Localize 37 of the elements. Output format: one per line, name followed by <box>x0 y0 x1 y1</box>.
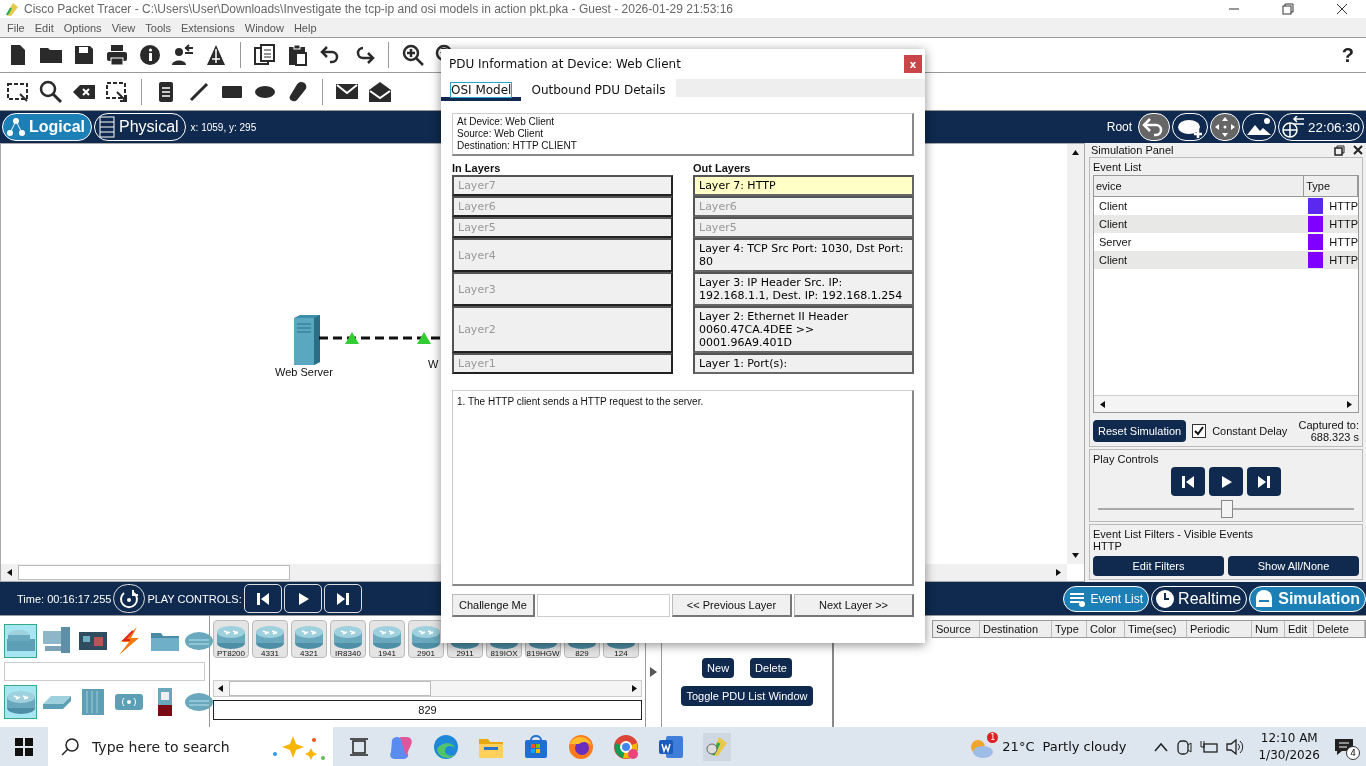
taskbar-time: 12:10 AM <box>1259 729 1319 747</box>
captured-label: Captured to: <box>1298 419 1359 431</box>
info-line: Source: Web Client <box>457 128 544 140</box>
description-text: 1. The HTTP client sends a HTTP request to the server. <box>457 396 704 407</box>
window-title: Cisco Packet Tracer - C:\Users\User\Downloads\Investigate the tcp-ip and osi models in action pkt.pka - Guest - 2026-01-29 21:53:16 <box>24 2 733 16</box>
taskbar-date: 1/30/2026 <box>1258 746 1320 764</box>
table-cell-text: Client <box>1098 254 1129 266</box>
table-cell: HTTP <box>1329 254 1358 266</box>
table-cell-text: Server <box>1098 236 1133 248</box>
section-label: Play Controls <box>1093 453 1159 465</box>
panel-title: Simulation Panel <box>1091 144 1174 156</box>
section-label: Event List Filters - Visible Events <box>1093 528 1254 540</box>
simulation-time: Time: 00:16:17.255 <box>17 592 112 605</box>
model-name-field: 829 <box>213 700 642 720</box>
cursor-coordinates: x: 1059, y: 295 <box>190 121 257 133</box>
column-heading: In Layers <box>452 162 502 174</box>
dialog-title: PDU Information at Device: Web Client <box>449 57 681 71</box>
play-controls-label: PLAY CONTROLS: <box>147 592 242 605</box>
checkbox-label: Constant Delay <box>1212 425 1288 437</box>
filter-value: HTTP <box>1093 540 1123 552</box>
temperature: 21°C <box>1002 739 1035 754</box>
column-heading: Out Layers <box>693 162 752 174</box>
device-label: Web Server <box>275 366 333 378</box>
notification-badge: 1 <box>987 731 999 743</box>
table-cell: HTTP <box>1329 218 1358 230</box>
section-label: Event List <box>1093 161 1142 173</box>
table-cell: HTTP <box>1329 236 1358 248</box>
info-line: Destination: HTTP CLIENT <box>457 140 578 152</box>
weather-condition: Partly cloudy <box>1042 739 1127 754</box>
table-cell-text: Client <box>1098 218 1129 230</box>
clock-time: 22:06:30 <box>1308 119 1360 135</box>
captured-value: 688.323 s <box>1309 431 1359 443</box>
info-line: At Device: Web Client <box>457 116 556 128</box>
device-label: W <box>428 358 439 370</box>
table-cell-text: Client <box>1098 200 1129 212</box>
root-label: Root <box>1106 120 1133 134</box>
table-cell: HTTP <box>1329 200 1358 212</box>
